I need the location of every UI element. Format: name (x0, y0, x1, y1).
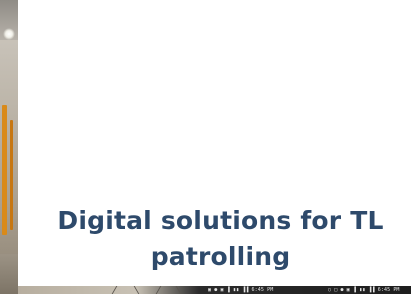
headline-line-1: Digital solutions for TL (57, 206, 384, 235)
power-line (155, 286, 162, 294)
slide-canvas: Digital solutions for TL patrolling ▣ ● … (0, 0, 411, 294)
phone-status-bar-left: ▣ ● ▣ ▐ ▮▮ ▐▐ 6:45 PM (208, 287, 274, 293)
warehouse-photo-strip (0, 0, 18, 294)
phone-status-bar-right: ○ □ ● ▣ ▐ ▮▮ ▐▐ 6:45 PM (328, 287, 400, 293)
floor-area (0, 254, 18, 294)
bottom-photo-strip: ▣ ● ▣ ▐ ▮▮ ▐▐ 6:45 PM ○ □ ● ▣ ▐ ▮▮ ▐▐ 6:… (18, 286, 411, 294)
orange-beam (2, 105, 7, 235)
power-line (175, 286, 182, 294)
headline-line-2: patrolling (150, 242, 291, 271)
orange-beam (10, 120, 13, 230)
power-line (133, 286, 140, 294)
power-line (111, 286, 118, 294)
slide-headline: Digital solutions for TL patrolling (30, 203, 411, 275)
ceiling-light (3, 28, 15, 40)
